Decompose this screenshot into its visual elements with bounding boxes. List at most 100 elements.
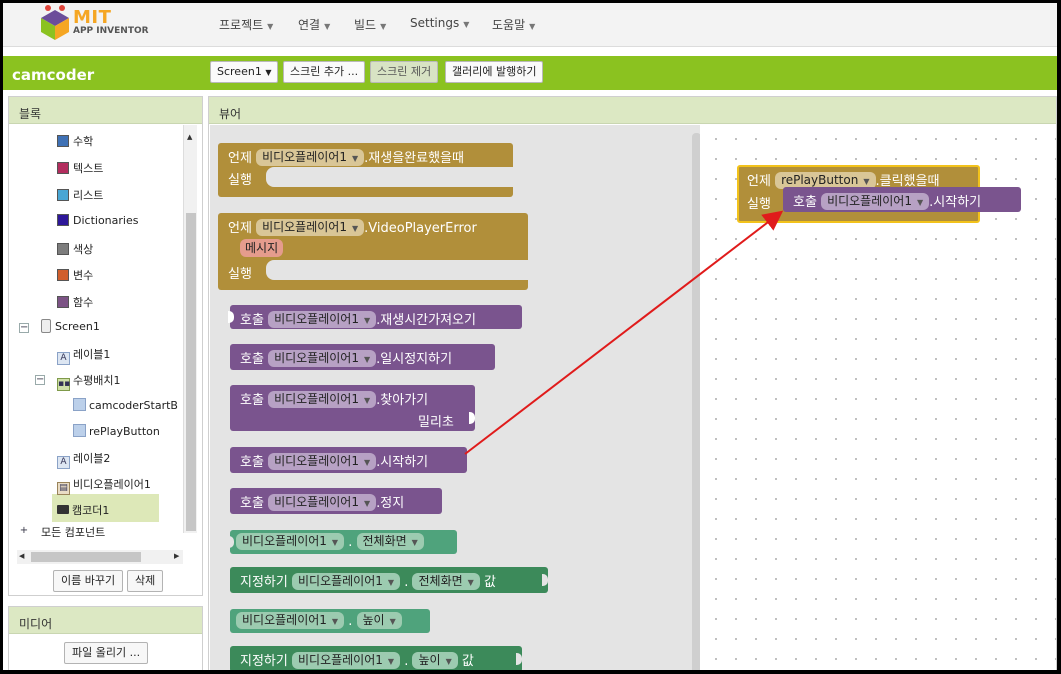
property-dropdown-label: 전체화면 <box>418 574 463 588</box>
builtin-procedures[interactable]: 함수 <box>57 294 93 310</box>
delete-button[interactable]: 삭제 <box>127 570 164 592</box>
logo-title: MIT <box>73 7 112 28</box>
call-block-seek[interactable]: 호출 비디오플레이어1 ▼ .찾아가기 밀리초 <box>230 385 475 431</box>
tree-camcorder-label: 캠코더1 <box>72 504 110 517</box>
component-dropdown-label: 비디오플레이어1 <box>274 495 359 509</box>
menu-settings-label: Settings <box>410 16 460 30</box>
tree-camcorder[interactable]: 캠코더1 <box>57 502 109 518</box>
component-dropdown[interactable]: 비디오플레이어1 ▼ <box>236 533 345 550</box>
call-block-start-placed[interactable]: 호출 비디오플레이어1 ▼ .시작하기 <box>783 187 1021 212</box>
call-keyword: 호출 <box>240 393 264 408</box>
builtin-dictionaries[interactable]: Dictionaries <box>57 214 138 227</box>
tree-replay-button[interactable]: rePlayButton <box>73 424 160 438</box>
component-dropdown[interactable]: 비디오플레이어1 ▼ <box>291 652 401 669</box>
chevron-down-icon: ▼ <box>363 316 371 325</box>
add-screen-button[interactable]: 스크린 추가 ... <box>283 61 366 83</box>
property-dropdown[interactable]: 전체화면 ▼ <box>412 573 480 590</box>
menu-help[interactable]: 도움말 ▼ <box>492 16 535 33</box>
component-dropdown-label: 비디오플레이어1 <box>242 613 327 627</box>
tree-start-button[interactable]: camcoderStartB <box>73 398 178 412</box>
event-name: .VideoPlayerError <box>364 221 477 236</box>
tree-hlayout[interactable]: ▪▪ 수평배치1 <box>57 372 120 391</box>
menu-settings[interactable]: Settings ▼ <box>410 16 469 30</box>
component-dropdown[interactable]: 비디오플레이어1 ▼ <box>256 149 365 166</box>
builtin-math[interactable]: 수학 <box>57 133 93 149</box>
chevron-down-icon: ▼ <box>916 198 924 207</box>
tree-screen1[interactable]: Screen1 <box>41 319 100 333</box>
component-dropdown[interactable]: 비디오플레이어1 ▼ <box>268 350 377 367</box>
builtin-colors[interactable]: 색상 <box>57 241 93 257</box>
remove-screen-button[interactable]: 스크린 제거 <box>370 61 439 83</box>
project-name: camcoder <box>12 66 95 84</box>
chevron-down-icon: ▼ <box>389 617 396 626</box>
collapse-screen1-icon[interactable]: − <box>19 323 29 333</box>
method-name: .일시정지하기 <box>376 352 453 367</box>
call-block-pause[interactable]: 호출 비디오플레이어1 ▼ .일시정지하기 <box>230 344 495 370</box>
event-block-completed[interactable]: 언제 비디오플레이어1 ▼ .재생을완료했을때 실행 <box>218 143 513 197</box>
rename-button[interactable]: 이름 바꾸기 <box>53 570 124 592</box>
tree-videoplayer-label: 비디오플레이어1 <box>73 478 151 491</box>
math-color-icon <box>57 135 69 147</box>
menu-project[interactable]: 프로젝트 ▼ <box>219 16 273 33</box>
component-dropdown[interactable]: 비디오플레이어1 ▼ <box>256 219 365 236</box>
chevron-down-icon: ▼ <box>387 578 395 587</box>
scroll-left-icon[interactable]: ◀ <box>19 552 24 560</box>
chevron-down-icon: ▼ <box>463 20 470 29</box>
message-parameter[interactable]: 메시지 <box>240 239 284 257</box>
expand-all-icon[interactable]: + <box>19 526 29 537</box>
component-dropdown-label: 비디오플레이어1 <box>262 220 347 234</box>
getter-block-fullscreen[interactable]: 비디오플레이어1 ▼ . 전체화면 ▼ <box>228 530 457 554</box>
chevron-down-icon: ▼ <box>331 617 339 626</box>
builtin-lists[interactable]: 리스트 <box>57 187 103 203</box>
blocks-workspace[interactable]: 언제 rePlayButton ▼ .클릭했을때 실행 호출 비디오플레이어1 ▼ .시… <box>700 125 1056 670</box>
property-dropdown[interactable]: 전체화면 ▼ <box>356 533 424 550</box>
chevron-down-icon: ▼ <box>863 177 870 186</box>
event-block-videoplayer-error[interactable]: 언제 비디오플레이어1 ▼ .VideoPlayerError 메시지 실행 <box>218 213 528 290</box>
property-dropdown[interactable]: 높이 ▼ <box>356 612 402 629</box>
component-dropdown-label: 비디오플레이어1 <box>262 150 347 164</box>
method-name: .찾아가기 <box>376 393 429 408</box>
call-block-start[interactable]: 호출 비디오플레이어1 ▼ .시작하기 <box>230 447 467 473</box>
publish-gallery-button[interactable]: 갤러리에 발행하기 <box>445 61 544 83</box>
component-dropdown[interactable]: 비디오플레이어1 ▼ <box>268 453 377 470</box>
component-dropdown-label: 비디오플레이어1 <box>242 534 327 548</box>
component-dropdown[interactable]: 비디오플레이어1 ▼ <box>291 573 401 590</box>
screen-select-button[interactable]: Screen1 ▼ <box>210 61 279 83</box>
horizontal-scroll-thumb[interactable] <box>31 552 141 562</box>
component-dropdown-label: 비디오플레이어1 <box>274 351 359 365</box>
call-block-get-duration[interactable]: 호출 비디오플레이어1 ▼ .재생시간가져오기 <box>228 305 522 329</box>
scroll-up-icon[interactable]: ▲ <box>187 133 192 141</box>
property-dropdown[interactable]: 높이 ▼ <box>412 652 458 669</box>
menu-connect[interactable]: 연결 ▼ <box>298 16 330 33</box>
component-dropdown[interactable]: 비디오플레이어1 ▼ <box>268 391 377 408</box>
builtin-text[interactable]: 텍스트 <box>57 160 103 176</box>
blocks-horizontal-scrollbar[interactable]: ◀ ▶ <box>17 550 183 564</box>
scroll-right-icon[interactable]: ▶ <box>174 552 179 560</box>
getter-block-height[interactable]: 비디오플레이어1 ▼ . 높이 ▼ <box>230 609 430 633</box>
setter-block-fullscreen[interactable]: 지정하기 비디오플레이어1 ▼ . 전체화면 ▼ 값 <box>230 567 548 593</box>
component-dropdown[interactable]: 비디오플레이어1 ▼ <box>236 612 345 629</box>
component-dropdown-label: rePlayButton <box>781 173 859 187</box>
blocks-vertical-scrollbar[interactable]: ▲ <box>183 125 197 533</box>
component-dropdown[interactable]: 비디오플레이어1 ▼ <box>821 193 930 210</box>
upload-file-button[interactable]: 파일 올리기 ... <box>64 642 149 664</box>
to-keyword: 값 <box>461 654 474 669</box>
menu-build-label: 빌드 <box>354 18 377 32</box>
tree-start-button-label: camcoderStartB <box>89 399 178 412</box>
collapse-hlayout-icon[interactable]: − <box>35 375 45 385</box>
setter-block-height[interactable]: 지정하기 비디오플레이어1 ▼ . 높이 ▼ 값 <box>230 646 522 670</box>
tree-label2-label: 레이블2 <box>73 452 111 465</box>
component-dropdown[interactable]: 비디오플레이어1 ▼ <box>268 494 377 511</box>
tree-all-components[interactable]: 모든 컴포넌트 <box>41 524 105 540</box>
menu-build[interactable]: 빌드 ▼ <box>354 16 386 33</box>
tree-label1[interactable]: A 레이블1 <box>57 346 110 365</box>
chevron-down-icon: ▼ <box>267 22 274 31</box>
component-dropdown[interactable]: 비디오플레이어1 ▼ <box>268 311 377 328</box>
app-inventor-logo-icon[interactable] <box>31 4 79 44</box>
tree-videoplayer[interactable]: ▤ 비디오플레이어1 <box>57 476 151 495</box>
call-block-stop[interactable]: 호출 비디오플레이어1 ▼ .정지 <box>230 488 442 514</box>
builtin-variables[interactable]: 변수 <box>57 267 93 283</box>
top-menu-bar: MIT APP INVENTOR 프로젝트 ▼ 연결 ▼ 빌드 ▼ Settings ▼… <box>3 3 1057 47</box>
tree-label2[interactable]: A 레이블2 <box>57 450 110 469</box>
vertical-scroll-thumb[interactable] <box>186 213 196 531</box>
